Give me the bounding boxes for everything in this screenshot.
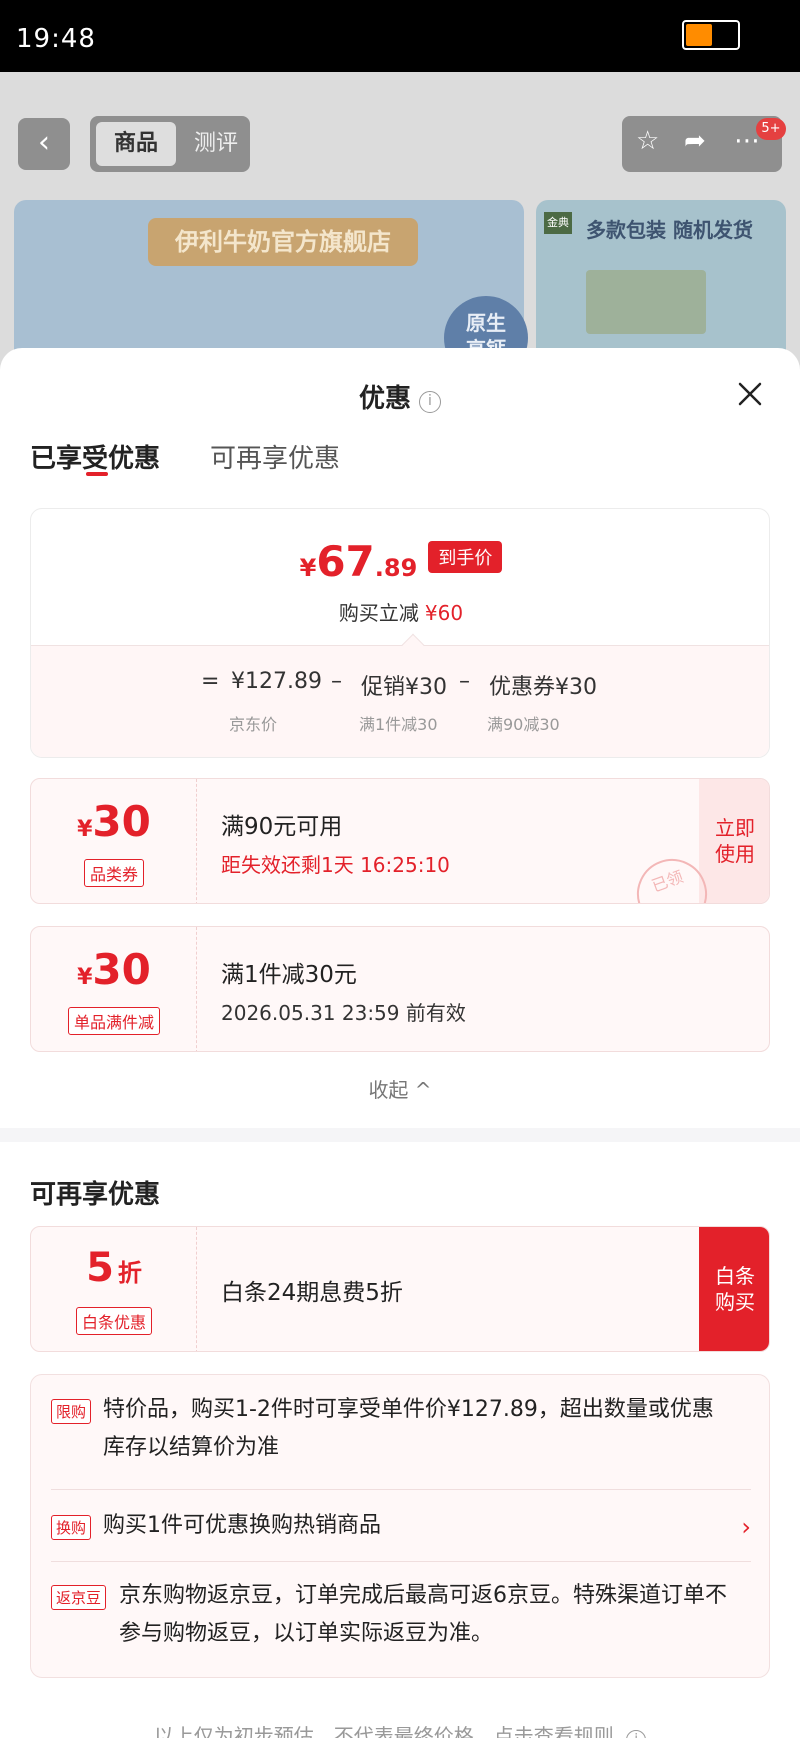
chevron-right-icon: › [741, 1513, 751, 1541]
status-bar: 19:48 [0, 0, 800, 72]
tab-product[interactable]: 商品 [96, 122, 176, 166]
tab-underline [86, 472, 108, 476]
battery-icon [682, 20, 740, 50]
final-price: ¥67.89 到手价 [31, 537, 769, 586]
price-currency: ¥ [299, 554, 317, 582]
limit-text: 特价品，购买1-2件时可享受单件价¥127.89，超出数量或优惠库存以结算价为准 [103, 1397, 714, 1460]
product-tabs: 商品 测评 [90, 116, 250, 172]
coupon-countdown: 距失效还剩1天 16:25:10 [221, 853, 450, 877]
background-product-page: ‹ 商品 测评 ☆ ➦ ⋯ 5+ 伊利牛奶官方旗舰店 原生 高钙 金典 金典 多… [0, 72, 800, 372]
baitiao-discount: 5 [86, 1245, 114, 1291]
label-coupon: 满90减30 [487, 715, 560, 734]
section-divider [0, 1128, 800, 1142]
label-base-price: 京东价 [229, 715, 278, 734]
tab-review[interactable]: 测评 [186, 122, 246, 166]
product-banner[interactable]: 伊利牛奶官方旗舰店 原生 高钙 金典 [14, 200, 528, 372]
sheet-title-text: 优惠 [358, 384, 411, 414]
more-discounts-title: 可再享优惠 [30, 1180, 161, 1210]
info-separator [51, 1561, 751, 1562]
baitiao-value: 5折 白条优惠 [31, 1227, 197, 1351]
formula-minus-2: – [459, 669, 470, 694]
baitiao-buy-button[interactable]: 白条 购买 [699, 1227, 769, 1351]
instant-discount: 购买立减 ¥60 [31, 597, 769, 626]
promo-text: 多款包装 随机发货 [586, 218, 753, 242]
product-thumbnail[interactable]: 金典 多款包装 随机发货 [536, 200, 786, 372]
footer-text: 以上仅为初步预估，不代表最终价格，点击查看规则 [153, 1724, 614, 1738]
product-image [586, 270, 706, 334]
collapse-button[interactable]: 收起 ^ [0, 1074, 800, 1103]
price-integer: 67 [316, 537, 375, 586]
price-breakdown [31, 645, 769, 757]
price-card: ¥67.89 到手价 购买立减 ¥60 = ¥127.89 – 促销¥30 – 优… [30, 508, 770, 758]
jingdou-badge: 返京豆 [51, 1585, 107, 1610]
store-name: 伊利牛奶官方旗舰店 [148, 218, 418, 266]
use-now-button[interactable]: 立即 使用 [699, 779, 769, 903]
discount-sheet: 优惠 i 已享受优惠 可再享优惠 ¥67.89 到手价 购买立减 ¥60 = ¥12… [0, 348, 800, 1738]
baitiao-card: 5折 白条优惠 白条24期息费5折 白条 购买 [30, 1226, 770, 1352]
baitiao-badge: 白条优惠 [75, 1307, 152, 1335]
coupon-amount: 30 [92, 945, 151, 994]
formula-promo: 促销¥30 [361, 675, 447, 700]
coupon-condition: 满90元可用 [221, 814, 343, 840]
coupon-type-badge: 单品满件减 [67, 1007, 160, 1035]
exchange-badge: 换购 [51, 1515, 92, 1540]
notification-badge: 5+ [756, 118, 786, 140]
footer-note[interactable]: 以上仅为初步预估，不代表最终价格，点击查看规则 i [0, 1720, 800, 1738]
instant-discount-label: 购买立减 [338, 601, 419, 625]
tab-more-discounts[interactable]: 可再享优惠 [210, 438, 340, 475]
info-icon: i [626, 1730, 647, 1738]
coupon-currency: ¥ [77, 965, 93, 990]
coupon-validity: 2026.05.31 23:59 前有效 [221, 1001, 466, 1025]
sheet-title: 优惠 i [0, 378, 800, 415]
info-icon[interactable]: i [419, 391, 441, 413]
coupon-type-badge: 品类券 [83, 859, 144, 887]
formula-minus-1: – [331, 669, 342, 694]
star-icon[interactable]: ☆ [636, 126, 659, 156]
coupon-currency: ¥ [77, 817, 93, 842]
tab-enjoyed-discounts[interactable]: 已享受优惠 [30, 438, 160, 475]
info-separator [51, 1489, 751, 1490]
formula-base-price: ¥127.89 [231, 669, 322, 694]
coupon-condition: 满1件减30元 [221, 962, 357, 988]
back-icon[interactable]: ‹ [18, 118, 70, 170]
brand-logo-small: 金典 [544, 212, 572, 234]
coupon-value: ¥30 品类券 [31, 779, 197, 903]
label-promo: 满1件减30 [359, 715, 438, 734]
formula-equals: = [201, 669, 220, 694]
close-icon[interactable] [732, 376, 768, 412]
status-time: 19:48 [16, 24, 96, 54]
jingdou-text: 京东购物返京豆，订单完成后最高可返6京豆。特殊渠道订单不参与购物返豆，以订单实际… [119, 1583, 727, 1646]
baitiao-title: 白条24期息费5折 [221, 1280, 403, 1306]
coupon-amount: 30 [92, 797, 151, 846]
coupon-category: ¥30 品类券 满90元可用 距失效还剩1天 16:25:10 立即 使用 已领 [30, 778, 770, 904]
formula-coupon: 优惠券¥30 [489, 675, 597, 700]
promotion-info-box: 限购 特价品，购买1-2件时可享受单件价¥127.89，超出数量或优惠库存以结算… [30, 1374, 770, 1678]
share-icon[interactable]: ➦ [684, 126, 706, 156]
final-price-tag: 到手价 [428, 541, 503, 573]
coupon-value: ¥30 单品满件减 [31, 927, 197, 1051]
coupon-item-discount: ¥30 单品满件减 满1件减30元 2026.05.31 23:59 前有效 [30, 926, 770, 1052]
exchange-text: 购买1件可优惠换购热销商品 [103, 1513, 381, 1538]
baitiao-unit: 折 [117, 1259, 142, 1287]
limit-badge: 限购 [51, 1399, 92, 1424]
price-decimal: .89 [374, 554, 418, 582]
instant-discount-amount: ¥60 [424, 601, 464, 625]
